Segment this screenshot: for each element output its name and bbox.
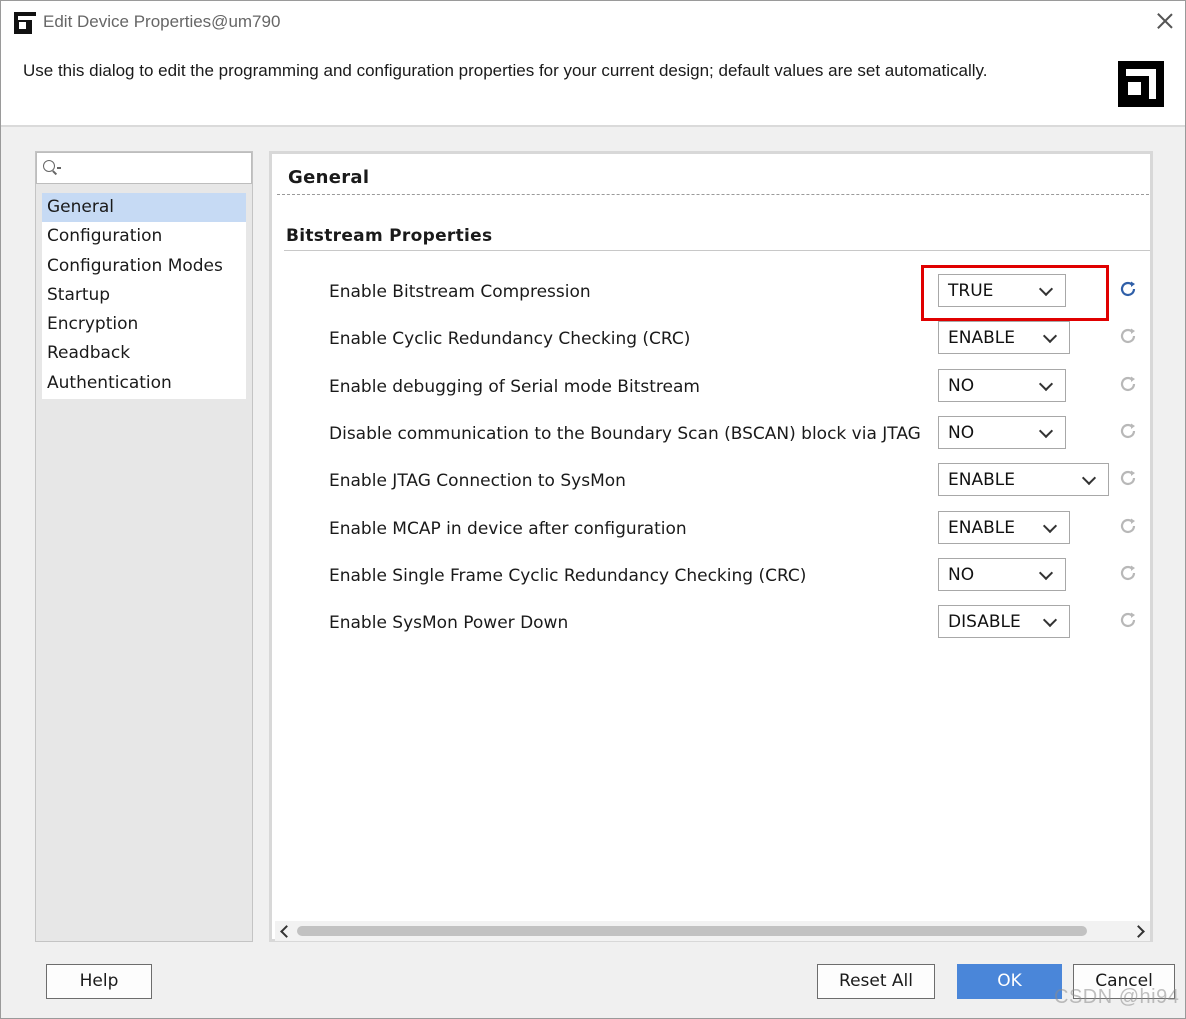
property-label: Enable Cyclic Redundancy Checking (CRC) [329, 329, 691, 350]
watermark: CSDN @hi94 [1054, 986, 1180, 1008]
horizontal-scrollbar[interactable] [275, 921, 1150, 941]
property-value-select[interactable]: ENABLE [938, 510, 1070, 544]
property-value-select[interactable]: NO [938, 557, 1066, 591]
property-value-select[interactable]: ENABLE [938, 463, 1109, 497]
property-row: Enable debugging of Serial mode Bitstrea… [272, 367, 1150, 407]
dialog-description: Use this dialog to edit the programming … [23, 61, 988, 80]
chevron-down-icon[interactable] [1042, 613, 1058, 628]
sidebar-item-configuration[interactable]: Configuration [42, 222, 246, 251]
reset-default-icon[interactable] [1118, 421, 1138, 441]
reset-all-button[interactable]: Reset All [817, 964, 935, 999]
chevron-down-icon[interactable] [1081, 471, 1097, 486]
chevron-down-icon[interactable] [1042, 518, 1058, 533]
property-label: Enable SysMon Power Down [329, 613, 569, 634]
reset-default-icon[interactable] [1118, 374, 1138, 394]
chevron-down-icon[interactable] [1042, 329, 1058, 344]
property-row: Disable communication to the Boundary Sc… [272, 414, 1150, 454]
select-value: NO [948, 422, 975, 443]
select-value: NO [948, 375, 975, 396]
section-divider [277, 194, 1149, 195]
sidebar-item-configuration-modes[interactable]: Configuration Modes [42, 252, 246, 281]
reset-default-icon[interactable] [1118, 516, 1138, 536]
search-input[interactable] [65, 155, 245, 181]
property-label: Enable debugging of Serial mode Bitstrea… [329, 376, 700, 397]
close-icon[interactable] [1153, 9, 1177, 33]
select-value: ENABLE [948, 470, 1015, 491]
property-label: Enable Bitstream Compression [329, 282, 591, 302]
chevron-down-icon[interactable] [1038, 565, 1054, 580]
property-row: Enable Single Frame Cyclic Redundancy Ch… [272, 556, 1150, 596]
reset-default-icon[interactable] [1118, 326, 1138, 346]
property-value-select[interactable]: NO [938, 368, 1066, 402]
dialog-window: Edit Device Properties@um790 Use this di… [0, 0, 1186, 1019]
search-box[interactable] [36, 152, 252, 184]
select-value: NO [948, 564, 975, 585]
property-row: Enable Cyclic Redundancy Checking (CRC) E… [272, 319, 1150, 359]
sidebar-item-readback[interactable]: Readback [42, 339, 246, 368]
property-value-select[interactable]: DISABLE [938, 605, 1070, 639]
reset-default-icon[interactable] [1118, 610, 1138, 630]
select-value: ENABLE [948, 328, 1015, 349]
sidebar-item-startup[interactable]: Startup [42, 281, 246, 310]
dialog-header: Use this dialog to edit the programming … [1, 43, 1185, 127]
property-value-select[interactable]: ENABLE [938, 321, 1070, 355]
reset-default-icon[interactable] [1118, 563, 1138, 583]
sidebar-item-authentication[interactable]: Authentication [42, 369, 246, 398]
chevron-down-icon[interactable] [1038, 423, 1054, 438]
property-row: Enable MCAP in device after configuratio… [272, 509, 1150, 549]
select-value: ENABLE [948, 517, 1015, 538]
property-row: Enable SysMon Power Down DISABLE [272, 603, 1150, 643]
title-bar: Edit Device Properties@um790 [1, 1, 1185, 43]
reset-default-icon[interactable] [1118, 468, 1138, 488]
category-list: General Configuration Configuration Modes S… [42, 193, 246, 399]
brand-logo-icon [1118, 61, 1164, 107]
category-panel: General Configuration Configuration Modes S… [35, 151, 253, 942]
property-row: Enable JTAG Connection to SysMon ENABLE [272, 461, 1150, 501]
properties-panel: General Bitstream Properties Enable Bits… [269, 151, 1153, 942]
select-value: DISABLE [948, 612, 1021, 633]
search-options-icon[interactable] [57, 167, 61, 169]
app-logo-icon [14, 12, 36, 34]
property-label: Disable communication to the Boundary Sc… [329, 423, 921, 444]
sidebar-item-encryption[interactable]: Encryption [42, 310, 246, 339]
section-title: General [288, 167, 370, 188]
scroll-right-arrow-icon[interactable] [1133, 924, 1147, 938]
property-value-select[interactable]: NO [938, 415, 1066, 449]
scrollbar-thumb[interactable] [297, 926, 1087, 936]
reset-default-icon[interactable] [1118, 279, 1138, 299]
highlight-box [921, 265, 1109, 321]
help-button[interactable]: Help [46, 964, 152, 999]
ok-button[interactable]: OK [957, 964, 1062, 999]
property-label: Enable Single Frame Cyclic Redundancy Ch… [329, 565, 807, 586]
group-title: Bitstream Properties [286, 226, 493, 246]
property-label: Enable JTAG Connection to SysMon [329, 471, 626, 492]
scroll-left-arrow-icon[interactable] [278, 924, 292, 938]
sidebar-item-general[interactable]: General [42, 193, 246, 223]
chevron-down-icon[interactable] [1038, 376, 1054, 391]
group-divider [284, 250, 1150, 251]
property-label: Enable MCAP in device after configuratio… [329, 518, 687, 539]
window-title: Edit Device Properties@um790 [43, 12, 281, 31]
